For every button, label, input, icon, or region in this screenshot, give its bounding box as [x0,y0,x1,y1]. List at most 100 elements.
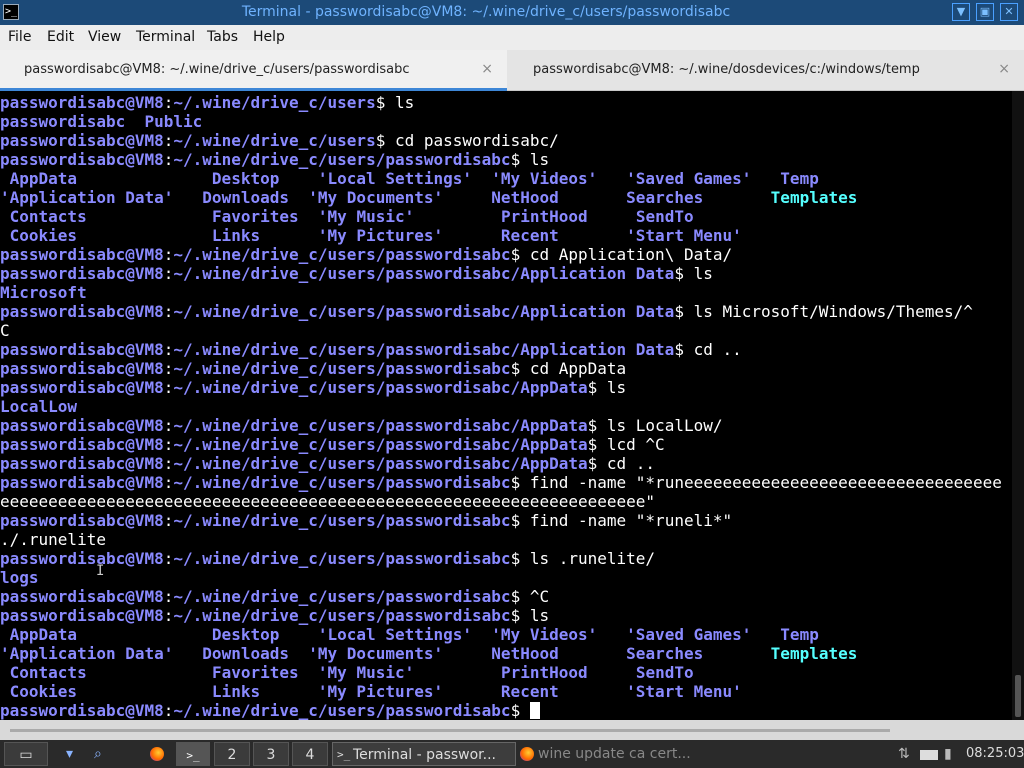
prompt-user-host: passwordisabc@VM8 [0,416,164,435]
command-text: $ ls LocalLow/ [587,416,723,435]
menu-view[interactable]: View [88,25,121,50]
text-cursor-icon: I [96,563,105,579]
task-firefox[interactable]: wine update ca cert... [518,742,702,766]
output-line: AppData Desktop 'Local Settings' 'My Vid… [0,625,819,644]
prompt-line: passwordisabc@VM8:~/.wine/drive_c/users/… [0,701,540,720]
terminal-cursor [529,702,540,719]
directory-entry: 'My Pictures' [317,226,444,245]
prompt-user-host: passwordisabc@VM8 [0,473,164,492]
command-text: $ find -name "*runeli*" [510,511,733,530]
firefox-icon [520,747,534,761]
terminal-output[interactable]: passwordisabc@VM8:~/.wine/drive_c/users$… [0,91,1012,720]
search-icon[interactable]: ⌕ [94,742,112,766]
menu-edit[interactable]: Edit [47,25,74,50]
prompt-line: passwordisabc@VM8:~/.wine/drive_c/users/… [0,359,627,378]
command-text: $ ls [587,378,627,397]
terminal-launcher[interactable]: >_ [176,742,210,766]
close-icon[interactable]: ✕ [1000,3,1018,21]
command-text: $ lcd ^C [587,435,665,454]
window-menu-icon[interactable]: ▾ [66,742,82,766]
terminal-scrollbar[interactable] [1012,91,1024,720]
output-line: Contacts Favorites 'My Music' PrintHood … [0,663,694,682]
directory-entry: PrintHood [500,207,588,226]
prompt-path: ~/.wine/drive_c/users/passwordisabc/AppD… [173,416,588,435]
menu-bar: File Edit View Terminal Tabs Help [0,25,1024,50]
directory-entry: AppData [0,169,78,188]
prompt-user-host: passwordisabc@VM8 [0,606,164,625]
directory-entry: 'Saved Games' [626,169,752,188]
directory-entry: Searches [626,188,704,207]
window-title: Terminal - passwordisabc@VM8: ~/.wine/dr… [241,4,731,20]
directory-entry: 'Application Data' [0,644,174,663]
terminal-icon: >_ [186,749,200,762]
prompt-line: passwordisabc@VM8:~/.wine/drive_c/users/… [0,587,550,606]
task-terminal[interactable]: >_ Terminal - passwor... [332,742,516,766]
battery-icon[interactable]: ▮ [944,742,960,766]
prompt-path: ~/.wine/drive_c/users/passwordisabc [173,701,511,720]
command-text: $ cd Application\ Data/ [510,245,733,264]
menu-tabs[interactable]: Tabs [207,25,238,50]
prompt-path: ~/.wine/drive_c/users/passwordisabc [173,473,511,492]
scrollbar-thumb[interactable] [1015,675,1021,717]
menu-help[interactable]: Help [253,25,285,50]
directory-entry: passwordisabc [0,112,126,131]
output-line: passwordisabc Public [0,112,202,131]
workspace-3[interactable]: 3 [253,742,289,766]
directory-entry: 'Saved Games' [626,625,752,644]
window-titlebar[interactable]: >_ Terminal - passwordisabc@VM8: ~/.wine… [0,0,1024,25]
directory-entry: Links [211,682,261,701]
directory-entry: Microsoft [0,283,87,302]
output-line: 'Application Data' Downloads 'My Documen… [0,188,857,207]
output-line: ./.runelite [0,530,106,549]
directory-entry: Searches [626,644,704,663]
command-text: $ ls [375,93,415,112]
prompt-line: passwordisabc@VM8:~/.wine/drive_c/users/… [0,245,733,264]
directory-entry: 'My Documents' [308,188,444,207]
prompt-line: passwordisabc@VM8:~/.wine/drive_c/users/… [0,340,742,359]
directory-entry: 'Application Data' [0,188,174,207]
prompt-line: passwordisabc@VM8:~/.wine/drive_c/users/… [0,454,656,473]
command-text: $ ls .runelite/ [510,549,656,568]
directory-entry: NetHood [491,188,559,207]
prompt-line: passwordisabc@VM8:~/.wine/drive_c/users$… [0,93,415,112]
prompt-user-host: passwordisabc@VM8 [0,302,164,321]
volume-icon[interactable] [918,742,940,766]
file-entry: Templates [770,188,858,207]
firefox-launcher[interactable] [148,742,168,766]
prompt-user-host: passwordisabc@VM8 [0,378,164,397]
directory-entry: 'My Videos' [491,625,598,644]
command-text: $ cd AppData [510,359,627,378]
command-text: $ ls [510,150,550,169]
prompt-user-host: passwordisabc@VM8 [0,359,164,378]
directory-entry: PrintHood [500,663,588,682]
workspace-2[interactable]: 2 [214,742,250,766]
menu-terminal[interactable]: Terminal [136,25,195,50]
close-icon[interactable]: × [998,50,1010,89]
prompt-line: passwordisabc@VM8:~/.wine/drive_c/users/… [0,302,973,321]
clock[interactable]: 08:25:03 [966,742,1024,766]
show-desktop-icon[interactable]: ▭ [4,742,48,766]
maximize-icon[interactable]: ▣ [976,3,994,21]
pin-icon[interactable]: ▼ [952,3,970,21]
terminal-icon: >_ [337,748,351,761]
tab-bar: passwordisabc@VM8: ~/.wine/drive_c/users… [0,50,1024,91]
directory-entry: 'My Pictures' [317,682,444,701]
prompt-user-host: passwordisabc@VM8 [0,435,164,454]
tab-dosdevices-temp[interactable]: passwordisabc@VM8: ~/.wine/dosdevices/c:… [509,50,1024,91]
network-icon[interactable]: ⇅ [898,742,914,766]
directory-entry: 'My Music' [317,663,415,682]
output-line: logs [0,568,39,587]
menu-file[interactable]: File [8,25,31,50]
directory-entry: NetHood [491,644,559,663]
prompt-path: ~/.wine/drive_c/users/passwordisabc [173,606,511,625]
prompt-line: passwordisabc@VM8:~/.wine/drive_c/users/… [0,416,723,435]
command-text: $ ^C [510,587,550,606]
prompt-path: ~/.wine/drive_c/users/passwordisabc [173,511,511,530]
workspace-4[interactable]: 4 [292,742,328,766]
close-icon[interactable]: × [481,50,493,89]
prompt-line: passwordisabc@VM8:~/.wine/drive_c/users/… [0,511,733,530]
command-text: $ cd .. [587,454,656,473]
directory-entry: 'My Documents' [308,644,444,663]
output-line: Cookies Links 'My Pictures' Recent 'Star… [0,682,742,701]
tab-drive-c-users[interactable]: passwordisabc@VM8: ~/.wine/drive_c/users… [0,50,507,91]
